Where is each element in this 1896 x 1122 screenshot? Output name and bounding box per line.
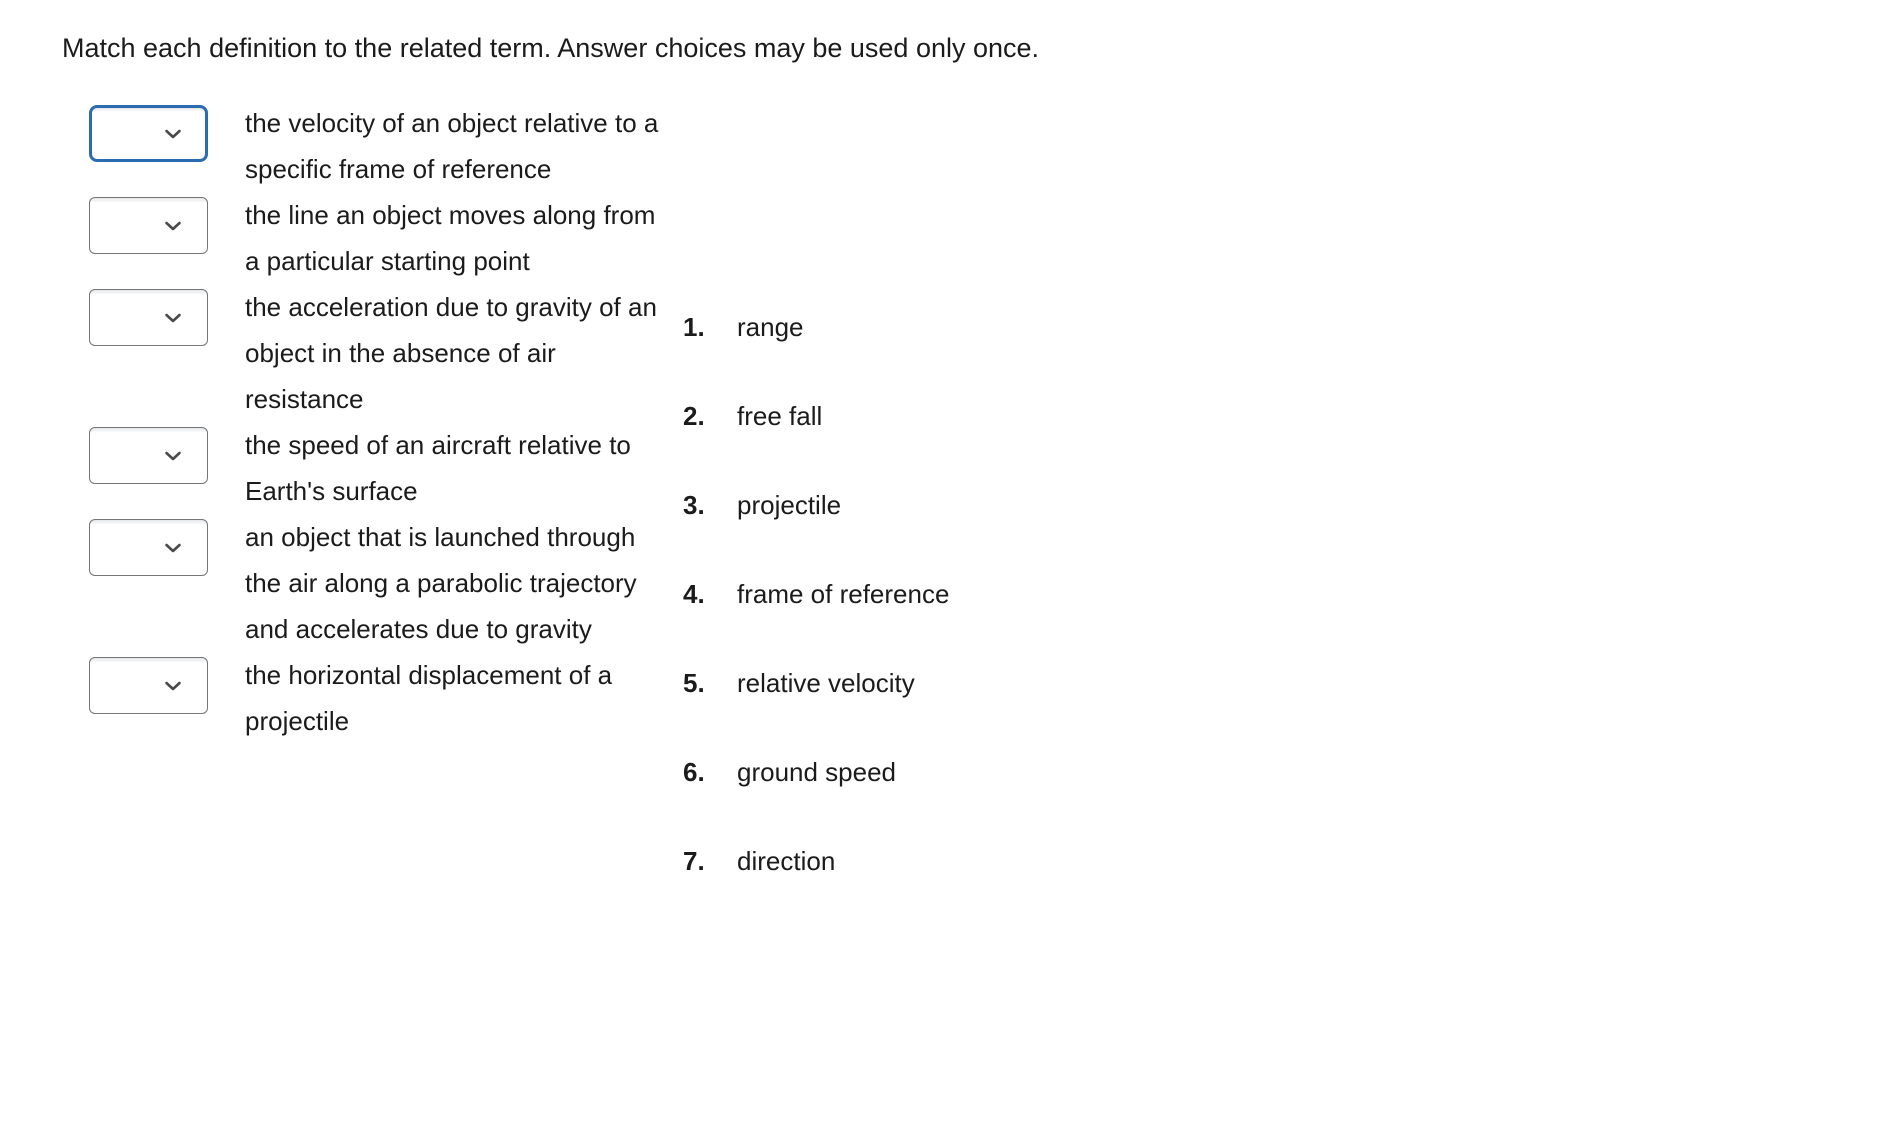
answer-choice-label: relative velocity [737, 668, 915, 698]
chevron-down-icon [162, 445, 184, 467]
select-cell [0, 422, 245, 484]
answer-dropdown-1[interactable] [89, 105, 208, 162]
answer-choice-number: 5. [683, 668, 705, 698]
answer-dropdown-4[interactable] [89, 427, 208, 484]
match-row: the velocity of an object relative to a … [0, 100, 680, 192]
definition-text: an object that is launched through the a… [245, 522, 637, 644]
answer-choice-number: 4. [683, 579, 705, 609]
answer-choice-2[interactable]: 2. free fall [683, 402, 1283, 491]
definition-text: the velocity of an object relative to a … [245, 108, 659, 184]
definition-text: the acceleration due to gravity of an ob… [245, 292, 657, 414]
answer-choice-1[interactable]: 1. range [683, 313, 1283, 402]
answer-dropdown-2[interactable] [89, 197, 208, 254]
answer-choice-label: projectile [737, 490, 842, 520]
answer-choice-label: direction [737, 846, 836, 876]
answer-choice-3[interactable]: 3. projectile [683, 491, 1283, 580]
match-row: an object that is launched through the a… [0, 514, 680, 652]
chevron-down-icon [162, 537, 184, 559]
answer-choice-number: 7. [683, 846, 705, 876]
match-row: the horizontal displacement of a project… [0, 652, 680, 744]
answer-dropdown-5[interactable] [89, 519, 208, 576]
quiz-matching-question: Match each definition to the related ter… [0, 0, 1896, 1122]
answer-dropdown-6[interactable] [89, 657, 208, 714]
select-cell [0, 100, 245, 162]
definition-text: the horizontal displacement of a project… [245, 660, 613, 736]
select-cell [0, 514, 245, 576]
answer-choice-7[interactable]: 7. direction [683, 847, 1283, 936]
answer-choice-number: 6. [683, 757, 705, 787]
answer-choice-4[interactable]: 4. frame of reference [683, 580, 1283, 669]
answer-choice-label: range [737, 312, 804, 342]
answer-choice-label: frame of reference [737, 579, 950, 609]
select-cell [0, 192, 245, 254]
answer-choices-list: 1. range 2. free fall 3. projectile 4. f… [683, 313, 1283, 936]
answer-choice-number: 3. [683, 490, 705, 520]
chevron-down-icon [162, 675, 184, 697]
chevron-down-icon [162, 215, 184, 237]
answer-choice-number: 2. [683, 401, 705, 431]
chevron-down-icon [162, 123, 184, 145]
answer-dropdown-3[interactable] [89, 289, 208, 346]
answer-choice-label: ground speed [737, 757, 897, 787]
chevron-down-icon [162, 307, 184, 329]
answer-choice-number: 1. [683, 312, 705, 342]
match-row: the acceleration due to gravity of an ob… [0, 284, 680, 422]
select-cell [0, 652, 245, 714]
answer-choice-5[interactable]: 5. relative velocity [683, 669, 1283, 758]
definition-list: the velocity of an object relative to a … [0, 100, 680, 744]
answer-choice-label: free fall [737, 401, 823, 431]
match-row: the speed of an aircraft relative to Ear… [0, 422, 680, 514]
match-row: the line an object moves along from a pa… [0, 192, 680, 284]
definition-text: the line an object moves along from a pa… [245, 200, 656, 276]
answer-choice-6[interactable]: 6. ground speed [683, 758, 1283, 847]
page-instruction: Match each definition to the related ter… [62, 33, 1040, 63]
definition-text: the speed of an aircraft relative to Ear… [245, 430, 631, 506]
select-cell [0, 284, 245, 346]
